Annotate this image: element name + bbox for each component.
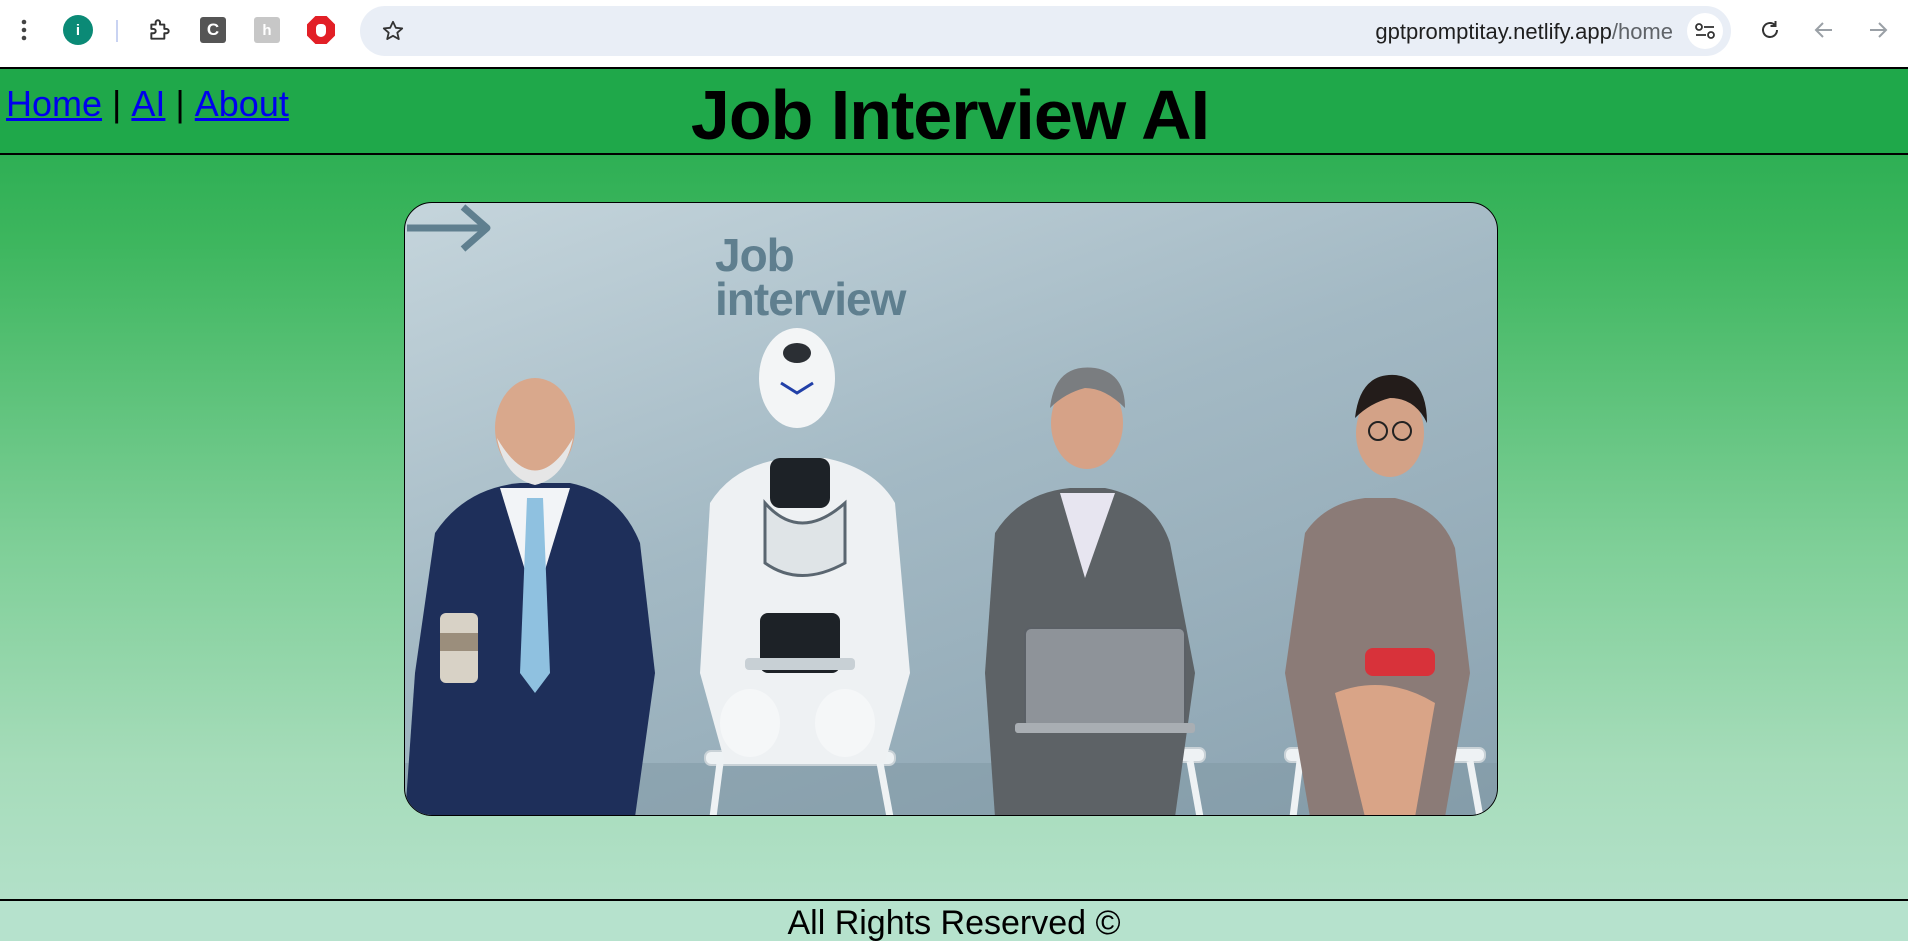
url-text: gptpromptitay.netlify.app/home	[1375, 19, 1673, 45]
hero-heading-line1: Job	[715, 229, 795, 281]
extensions-puzzle-icon[interactable]	[144, 14, 176, 46]
extension-info-icon[interactable]: i	[62, 14, 94, 46]
page-body: Home | AI | About Job Interview AI Job i…	[0, 67, 1908, 942]
person-robot	[700, 328, 910, 763]
hero-heading: Job interview	[715, 229, 906, 325]
toolbar-divider	[116, 20, 118, 42]
browser-toolbar: i C h gptpromptitay.netlify.app/home	[0, 0, 1908, 67]
adblock-icon[interactable]	[305, 14, 337, 46]
extension-c-icon[interactable]: C	[197, 14, 229, 46]
person-older-man	[405, 378, 655, 815]
hero-image: Job interview	[404, 202, 1498, 816]
site-footer: All Rights Reserved ©	[0, 899, 1908, 942]
url-path: /home	[1611, 19, 1673, 44]
person-woman	[1285, 374, 1470, 815]
address-bar[interactable]: gptpromptitay.netlify.app/home	[360, 6, 1731, 56]
url-domain: gptpromptitay.netlify.app	[1375, 19, 1612, 44]
page-title: Job Interview AI	[690, 76, 1210, 154]
person-man-laptop	[985, 367, 1195, 815]
back-arrow-icon[interactable]	[1808, 14, 1840, 46]
interview-scene-illustration	[405, 328, 1497, 815]
arrow-right-icon	[407, 204, 491, 252]
menu-dots-icon[interactable]	[8, 14, 40, 46]
forward-arrow-icon[interactable]	[1862, 14, 1894, 46]
site-settings-icon[interactable]	[1687, 13, 1723, 49]
reload-icon[interactable]	[1754, 14, 1786, 46]
bookmark-star-icon[interactable]	[378, 16, 408, 46]
site-header: Home | AI | About Job Interview AI	[0, 67, 1908, 155]
extension-h-icon[interactable]: h	[251, 14, 283, 46]
hero-heading-line2: interview	[715, 273, 906, 325]
